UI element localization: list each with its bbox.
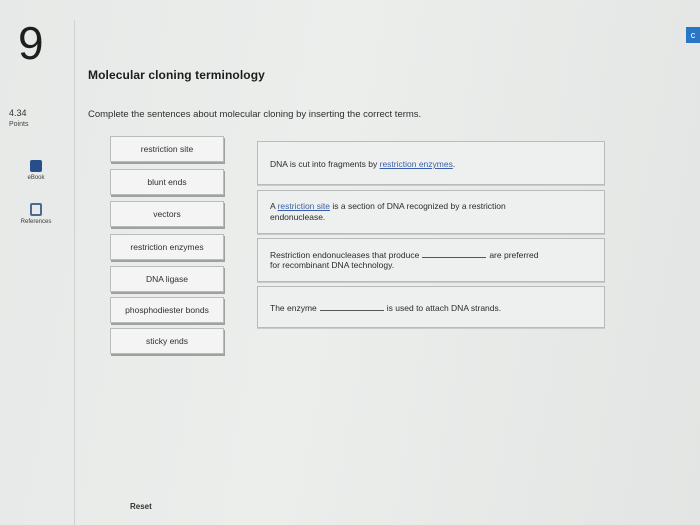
term-sticky-ends[interactable]: sticky ends xyxy=(110,328,224,354)
sentence-1-end: . xyxy=(452,159,456,169)
sentence-3-drop-zone[interactable] xyxy=(422,249,487,258)
sentence-1: DNA is cut into fragments by restriction… xyxy=(257,141,605,185)
term-dna-ligase[interactable]: DNA ligase xyxy=(110,266,224,292)
term-restriction-enzymes[interactable]: restriction enzymes xyxy=(110,234,224,260)
references-icon xyxy=(30,203,42,216)
sentence-4: The enzyme is used to attach DNA strands. xyxy=(257,286,605,328)
sentence-1-text: DNA is cut into fragments by xyxy=(270,159,380,169)
points-label: Points xyxy=(9,121,29,128)
sentence-1-drop-filled[interactable]: restriction enzymes xyxy=(380,159,453,169)
term-phosphodiester-bonds[interactable]: phosphodiester bonds xyxy=(110,297,224,323)
sentence-2: A restriction site is a section of DNA r… xyxy=(257,190,605,234)
sentence-3-text-cont: are preferred xyxy=(489,250,539,260)
sentence-3-line2: for recombinant DNA technology. xyxy=(270,260,395,270)
sentence-4-drop-zone[interactable] xyxy=(319,302,384,311)
left-rail xyxy=(0,20,75,525)
ebook-button[interactable]: eBook xyxy=(5,160,67,194)
term-restriction-site[interactable]: restriction site xyxy=(110,136,224,162)
sentence-3-text: Restriction endonucleases that produce xyxy=(270,250,420,260)
sentence-4-text-cont: is used to attach DNA strands. xyxy=(386,303,502,313)
references-button[interactable]: References xyxy=(5,203,67,237)
question-instructions: Complete the sentences about molecular c… xyxy=(88,109,422,120)
sentence-3: Restriction endonucleases that produce ar… xyxy=(257,238,605,282)
ebook-label: eBook xyxy=(27,175,45,181)
term-vectors[interactable]: vectors xyxy=(110,201,224,227)
question-number: 9 xyxy=(18,17,44,69)
points-value: 4.34 xyxy=(9,108,27,118)
sentence-2-text-cont: is a section of DNA recognized by a rest… xyxy=(330,201,506,211)
assignment-page: 9 4.34 Points eBook References c Molecul… xyxy=(0,0,700,525)
term-blunt-ends[interactable]: blunt ends xyxy=(110,169,224,195)
reset-button[interactable]: Reset xyxy=(130,502,152,511)
sentence-2-line2: endonuclease. xyxy=(270,212,326,222)
sentence-2-drop-filled[interactable]: restriction site xyxy=(278,201,330,211)
question-title: Molecular cloning terminology xyxy=(88,68,265,82)
references-label: References xyxy=(20,219,52,225)
corner-tab[interactable]: c xyxy=(686,27,700,43)
sentence-4-text: The enzyme xyxy=(270,303,317,313)
sentence-2-text: A xyxy=(270,201,278,211)
book-icon xyxy=(30,160,42,172)
